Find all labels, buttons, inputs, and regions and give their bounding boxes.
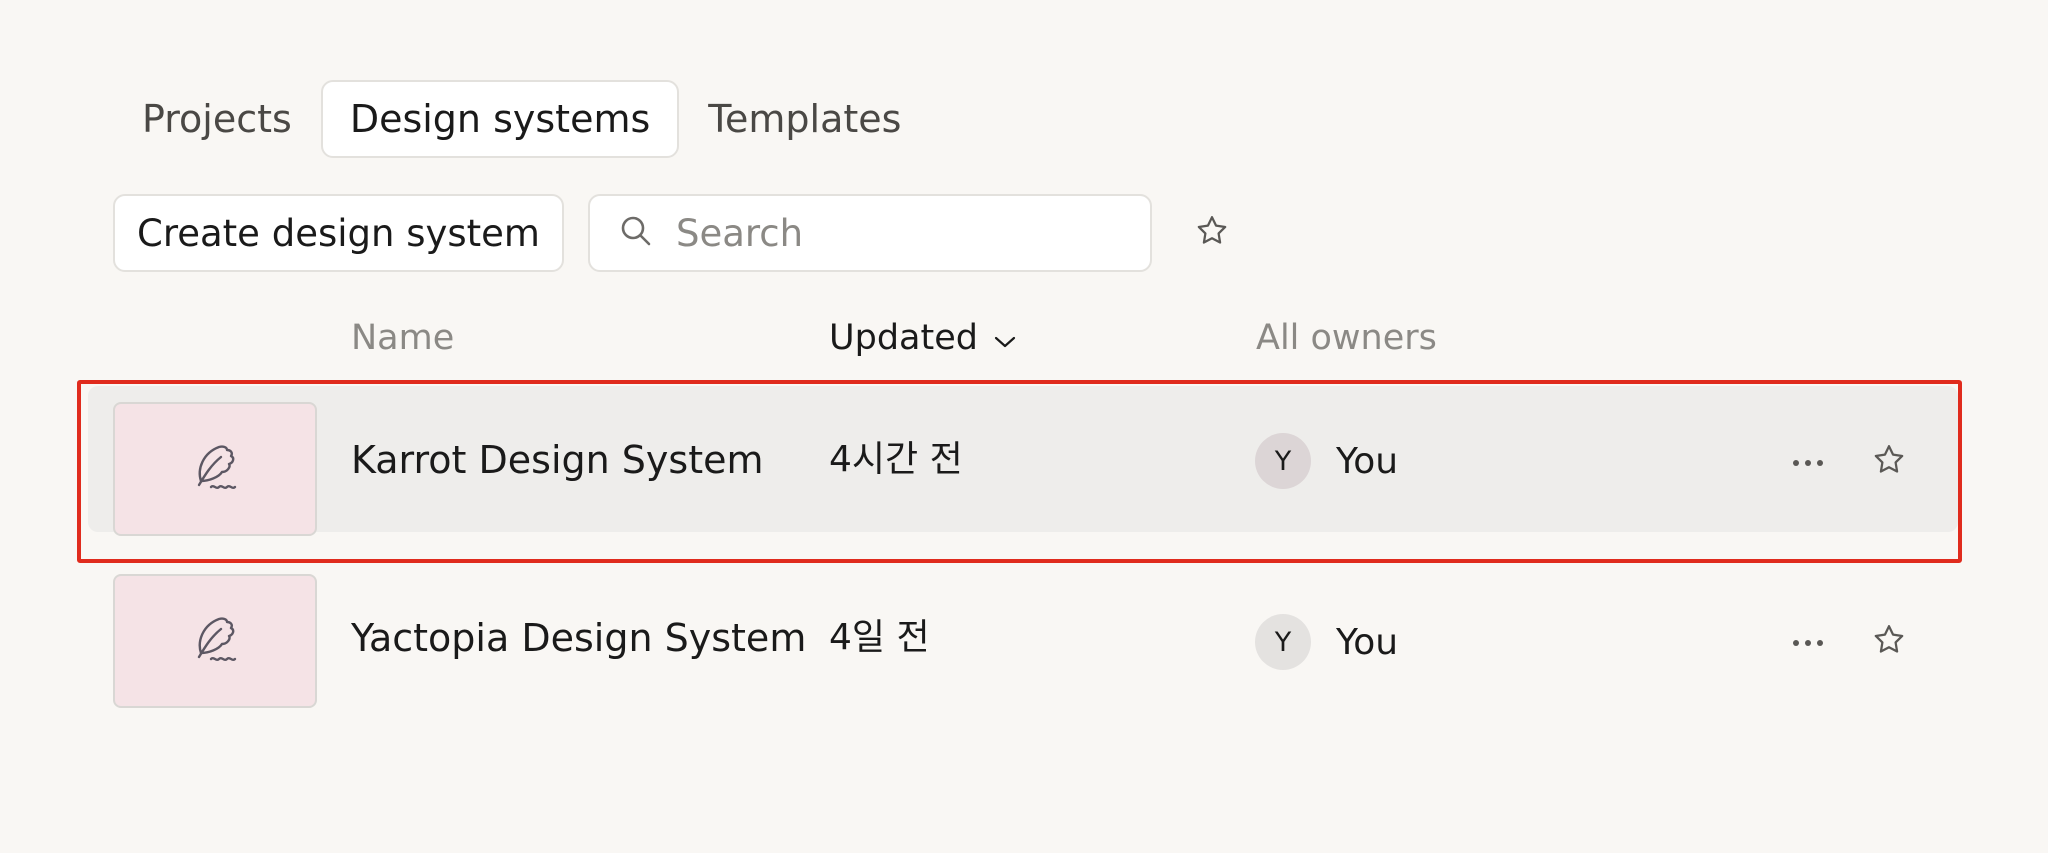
toolbar: Create design system (113, 194, 1232, 272)
star-outline-icon (1871, 622, 1907, 662)
column-header-name[interactable]: Name (351, 318, 454, 358)
avatar: Y (1255, 614, 1311, 670)
create-design-system-button[interactable]: Create design system (113, 194, 564, 272)
owner-name: You (1336, 621, 1399, 663)
owner-name: You (1336, 440, 1399, 482)
chevron-down-icon (978, 318, 1016, 358)
table-row[interactable]: Yactopia Design System 4일 전 Y You (88, 566, 1958, 712)
owner: Y You (1255, 433, 1398, 489)
thumbnail (113, 574, 317, 708)
row-name: Karrot Design System (351, 438, 764, 482)
column-header-updated[interactable]: Updated (829, 318, 1016, 358)
favorites-filter-button[interactable] (1192, 213, 1232, 253)
search-icon (618, 213, 654, 253)
more-options-button[interactable] (1783, 442, 1833, 482)
design-systems-page: Projects Design systems Templates Create… (0, 0, 2048, 853)
column-name-label: Name (351, 318, 455, 358)
feather-icon (187, 611, 243, 671)
more-horizontal-icon (1791, 633, 1825, 652)
column-owners-label: All owners (1256, 318, 1437, 358)
table-row[interactable]: Karrot Design System 4시간 전 Y You (88, 386, 1958, 536)
search-box[interactable] (587, 194, 1152, 272)
favorite-button[interactable] (1869, 442, 1909, 482)
star-outline-icon (1871, 442, 1907, 482)
row-updated: 4일 전 (829, 617, 930, 658)
row-updated: 4시간 전 (829, 439, 963, 480)
tab-bar: Projects Design systems Templates (113, 80, 930, 158)
table-header: Name Updated All owners (0, 318, 2048, 368)
tab-design-systems[interactable]: Design systems (320, 80, 680, 158)
avatar: Y (1255, 433, 1311, 489)
column-updated-label: Updated (829, 318, 978, 358)
owner: Y You (1255, 614, 1398, 670)
thumbnail (113, 402, 317, 536)
more-horizontal-icon (1791, 453, 1825, 472)
column-header-owners[interactable]: All owners (1256, 318, 1437, 358)
row-name: Yactopia Design System (351, 616, 807, 660)
search-input[interactable] (673, 210, 1118, 256)
tab-projects[interactable]: Projects (113, 80, 321, 158)
favorite-button[interactable] (1869, 622, 1909, 662)
more-options-button[interactable] (1783, 622, 1833, 662)
star-outline-icon (1194, 213, 1230, 253)
tab-templates[interactable]: Templates (679, 80, 930, 158)
feather-icon (187, 439, 243, 499)
